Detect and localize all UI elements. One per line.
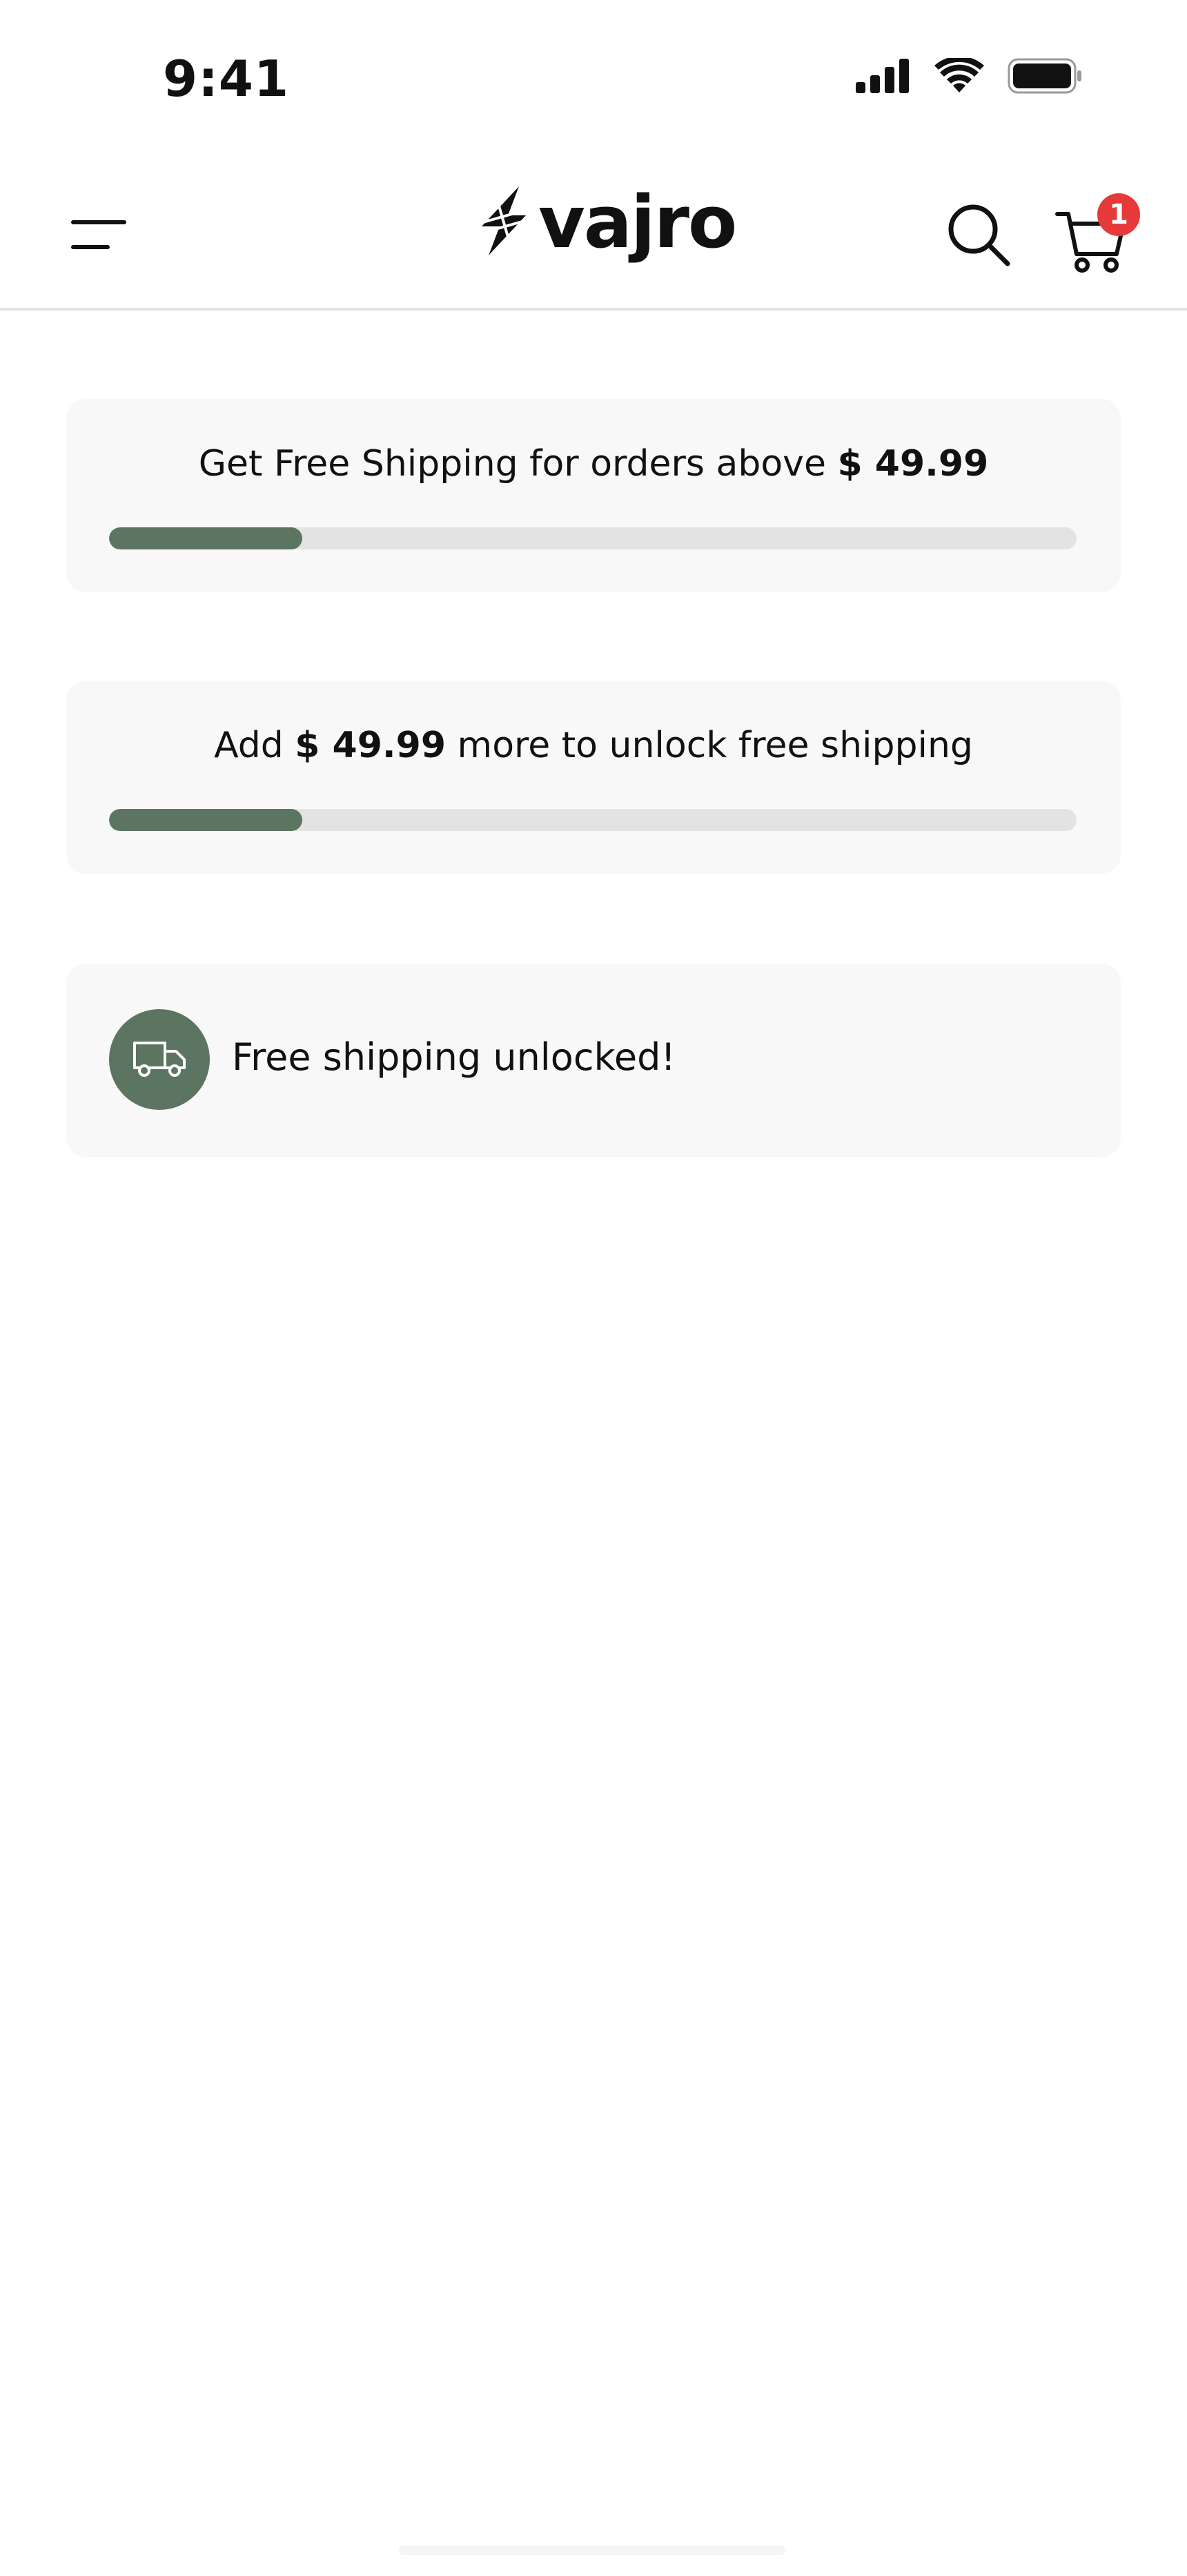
remaining-text-after: more to unlock free shipping [446,725,973,766]
vajro-logo-icon [476,186,531,258]
cart-count-badge: 1 [1097,193,1140,236]
search-icon [944,204,1013,272]
threshold-amount: $ 49.99 [837,443,989,485]
brand-name: vajro [538,180,737,264]
brand-logo[interactable]: vajro [476,180,737,264]
threshold-text: Get Free Shipping for orders above [198,443,838,485]
shipping-progress-fill [109,809,303,831]
truck-icon [132,1037,187,1082]
shipping-progress-fill [109,527,303,549]
shipping-progress-bar [109,527,1077,549]
unlocked-message: Free shipping unlocked! [232,1035,676,1079]
cart-button[interactable]: 1 [1054,193,1144,276]
app-screen: 9:41 vajro 1 Get Free Shipping for order… [0,0,1187,2576]
status-time: 9:41 [163,50,290,108]
menu-button[interactable] [69,207,131,262]
remaining-message: Add $ 49.99 more to unlock free shipping [66,725,1121,766]
hamburger-menu-icon [69,220,131,265]
status-icons [856,56,1083,97]
shipping-progress-bar [109,809,1077,831]
search-button[interactable] [944,200,1013,269]
cellular-signal-icon [856,59,911,96]
remaining-amount-card: Add $ 49.99 more to unlock free shipping [66,681,1121,874]
home-indicator[interactable] [399,2546,785,2555]
battery-icon [1008,58,1083,97]
status-bar: 9:41 [0,0,1187,159]
shipping-unlocked-card: Free shipping unlocked! [66,964,1121,1157]
free-shipping-threshold-card: Get Free Shipping for orders above $ 49.… [66,399,1121,592]
cart-icon [1054,212,1130,279]
remaining-amount: $ 49.99 [295,725,447,766]
wifi-icon [934,56,984,97]
remaining-text: Add [214,725,295,766]
threshold-message: Get Free Shipping for orders above $ 49.… [66,443,1121,485]
app-header: vajro 1 [0,159,1187,311]
truck-badge [109,1009,210,1110]
